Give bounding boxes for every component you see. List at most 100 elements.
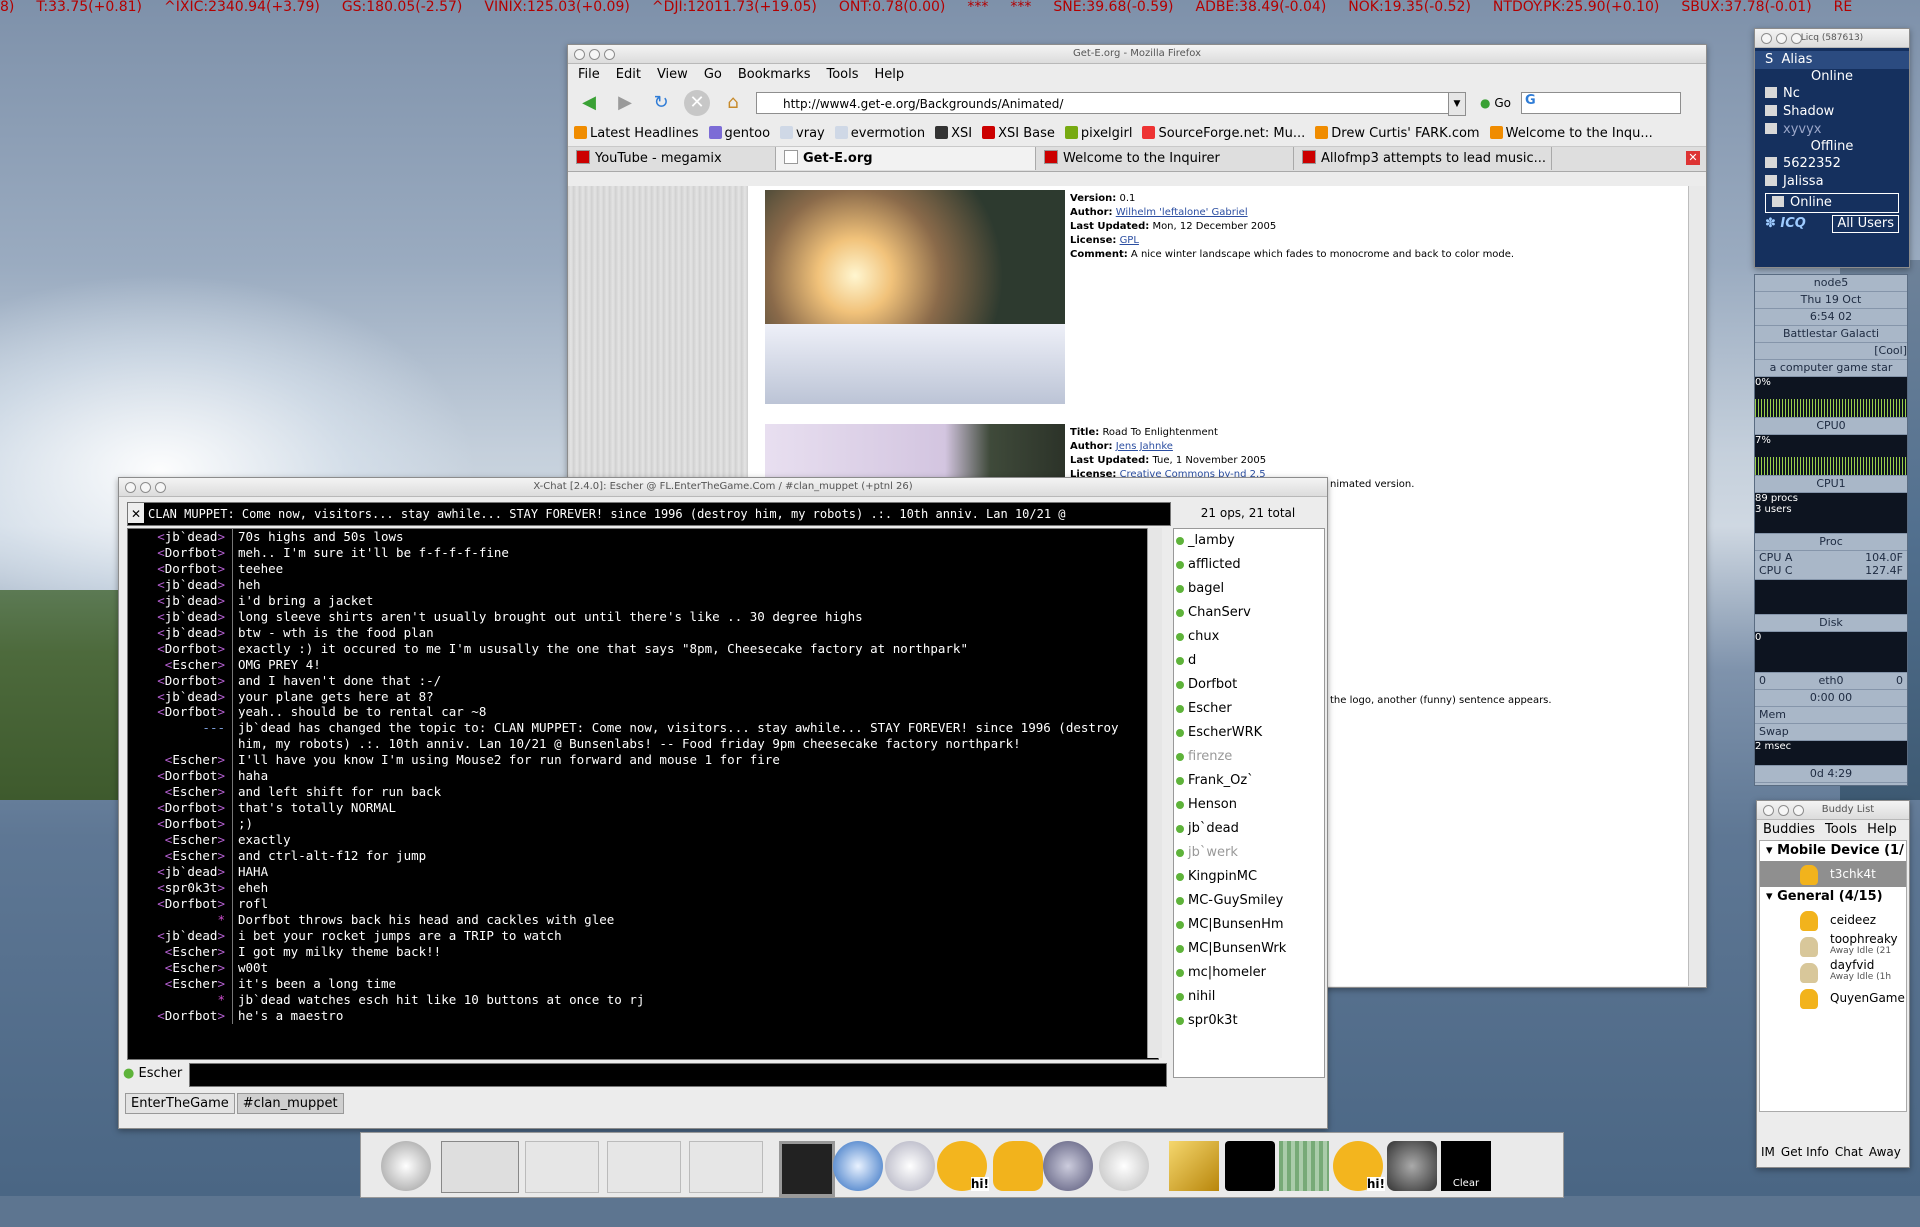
bookmark-item[interactable]: Drew Curtis' FARK.com [1315,125,1480,141]
contact-row[interactable]: xyvyx [1755,121,1909,139]
user-list-item[interactable]: MC-GuySmiley [1174,889,1324,913]
buddy-action-3[interactable]: Away [1869,1145,1901,1159]
chat-nick[interactable]: <Escher> [128,784,232,800]
chat-input[interactable] [189,1063,1167,1087]
home-icon[interactable]: ⌂ [720,90,746,116]
close-button[interactable] [125,482,136,493]
stop-icon[interactable]: ✕ [684,90,710,116]
close-button[interactable] [1761,33,1772,44]
group-general[interactable]: ▾ General (4/15) [1760,887,1906,907]
close-icon[interactable]: ✕ [128,503,144,523]
user-list-item[interactable]: _lamby [1174,529,1324,553]
buddy-menu-help[interactable]: Help [1867,822,1897,837]
back-arrow-icon[interactable]: ◀ [576,90,602,116]
minimize-button[interactable] [140,482,151,493]
chat-smiley-icon-2[interactable]: hi! [1333,1141,1385,1191]
user-list-item[interactable]: MC|BunsenWrk [1174,937,1324,961]
menu-view[interactable]: View [657,67,688,82]
user-list-item[interactable]: ChanServ [1174,601,1324,625]
status-selector[interactable]: Online [1765,193,1899,213]
bookmark-item[interactable]: evermotion [834,125,925,141]
clock-launcher-icon[interactable] [381,1141,431,1191]
bookmark-item[interactable]: XSI Base [982,125,1055,141]
road-thumbnail[interactable] [765,424,1065,484]
author-link[interactable]: Wilhelm 'leftalone' Gabriel [1116,207,1248,218]
maximize-button[interactable] [1793,805,1804,816]
bookmark-item[interactable]: pixelgirl [1064,125,1132,141]
user-list-item[interactable]: mc|homeler [1174,961,1324,985]
pager-desktop-2[interactable] [525,1141,599,1193]
buddy-row[interactable]: ceideez [1760,907,1906,933]
chat-nick[interactable]: <jb`dead> [128,577,232,593]
maximize-button[interactable] [1791,33,1802,44]
icq-flower-icon[interactable]: ✽ ICQ [1765,216,1806,231]
user-list-item[interactable]: chux [1174,625,1324,649]
chat-nick[interactable]: <Dorfbot> [128,816,232,832]
vertical-scrollbar[interactable] [1688,186,1705,986]
all-users-button[interactable]: All Users [1832,215,1899,233]
browser-globe-icon[interactable] [833,1141,883,1191]
user-list-item[interactable]: firenze [1174,745,1324,769]
weather-icon[interactable]: Clear [1441,1141,1491,1191]
chat-nick[interactable]: <Escher> [128,976,232,992]
chat-nick[interactable]: <Dorfbot> [128,1008,232,1024]
chat-nick[interactable]: <Dorfbot> [128,800,232,816]
user-list-item[interactable]: nihil [1174,985,1324,1009]
nick-button[interactable]: ● Escher [123,1063,182,1085]
chat-nick[interactable]: <Escher> [128,848,232,864]
xchat-titlebar[interactable]: X-Chat [2.4.0]: Escher @ FL.EnterTheGame… [119,478,1327,497]
chat-nick[interactable]: <Dorfbot> [128,641,232,657]
chat-nick[interactable]: <Dorfbot> [128,768,232,784]
search-input[interactable]: G [1520,92,1681,114]
bookmark-item[interactable]: Welcome to the Inqu... [1489,125,1653,141]
group-mobile[interactable]: ▾ Mobile Device (1/ [1760,841,1906,861]
clock-icon[interactable] [885,1141,935,1191]
close-button[interactable] [1763,805,1774,816]
aim-icon[interactable] [993,1141,1043,1191]
buddy-row[interactable]: dayfvid Away Idle (1h [1760,959,1906,985]
chat-nick[interactable]: * [128,912,232,928]
close-button[interactable] [574,49,585,60]
user-list-item[interactable]: spr0k3t [1174,1009,1324,1033]
chat-nick[interactable]: * [128,992,232,1008]
pager-desktop-1[interactable] [441,1141,519,1193]
tab-2[interactable]: Welcome to the Inquirer [1036,147,1294,170]
maximize-button[interactable] [155,482,166,493]
chat-nick[interactable]: <jb`dead> [128,529,232,545]
user-list-item[interactable]: EscherWRK [1174,721,1324,745]
tab-0[interactable]: YouTube - megamix [568,147,776,170]
chat-nick[interactable]: <spr0k3t> [128,880,232,896]
camera-icon[interactable] [1387,1141,1437,1191]
contact-row[interactable]: Jalissa [1755,173,1909,191]
bookmark-item[interactable]: Latest Headlines [574,125,699,141]
go-button[interactable]: ● Go [1480,96,1511,110]
contact-row[interactable]: 5622352 [1755,155,1909,173]
user-list-item[interactable]: bagel [1174,577,1324,601]
menu-bookmarks[interactable]: Bookmarks [738,67,811,82]
close-tab-icon[interactable]: ✕ [1686,151,1700,165]
timer-icon[interactable] [1099,1141,1149,1191]
buddy-list-titlebar[interactable]: Buddy List [1757,801,1909,820]
chat-nick[interactable]: <jb`dead> [128,928,232,944]
buddy-row[interactable]: QuyenGame [1760,985,1906,1011]
forward-arrow-icon[interactable]: ▶ [612,90,638,116]
chat-nick[interactable]: <jb`dead> [128,625,232,641]
chat-nick[interactable]: <Dorfbot> [128,896,232,912]
menu-help[interactable]: Help [875,67,905,82]
chat-nick[interactable]: <jb`dead> [128,864,232,880]
user-list-item[interactable]: Henson [1174,793,1324,817]
contact-row[interactable]: Shadow [1755,103,1909,121]
user-list-item[interactable]: KingpinMC [1174,865,1324,889]
minimize-button[interactable] [1776,33,1787,44]
server-tab[interactable]: EnterTheGame [125,1093,235,1114]
chat-nick[interactable]: <Escher> [128,657,232,673]
firefox-titlebar[interactable]: Get-E.org - Mozilla Firefox [568,45,1706,64]
speaker-icon[interactable] [1043,1141,1093,1191]
server-tab[interactable]: #clan_muppet [236,1093,344,1114]
buddy-menu-buddies[interactable]: Buddies [1763,822,1815,837]
chat-scrollbar[interactable] [1147,528,1162,1058]
minimize-button[interactable] [1778,805,1789,816]
user-list-item[interactable]: Dorfbot [1174,673,1324,697]
chat-smiley-icon[interactable]: hi! [937,1141,989,1191]
chat-nick[interactable]: <Dorfbot> [128,673,232,689]
